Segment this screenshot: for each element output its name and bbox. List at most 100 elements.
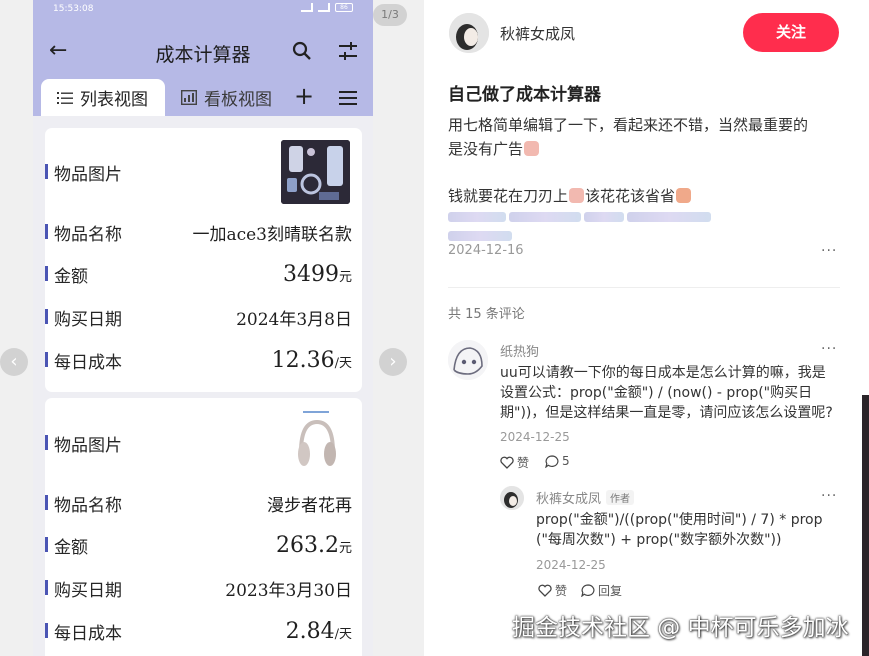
- field-bar: [45, 224, 48, 239]
- field-bar: [45, 537, 48, 552]
- reply-author-avatar[interactable]: [500, 486, 524, 510]
- signal-icon: [318, 3, 330, 12]
- status-icons: 86: [301, 3, 353, 12]
- reply-text-line: ("每周次数") + prop("数字额外次数")): [536, 532, 782, 548]
- reply-count: 5: [562, 454, 570, 468]
- author-tag-badge: 作者: [606, 490, 635, 505]
- field-value: 一加ace3刻晴联名款: [192, 225, 352, 245]
- commenter-name[interactable]: 纸热狗: [500, 341, 539, 360]
- emoji-icon: [676, 188, 692, 203]
- field-bar: [45, 309, 48, 324]
- field-bar: [45, 266, 48, 281]
- field-name: 物品名称 一加ace3刻晴联名款: [45, 216, 362, 246]
- field-date: 购买日期 2024年3月8日: [45, 301, 362, 331]
- field-value: 12.36/天: [272, 348, 352, 373]
- follow-button[interactable]: 关注: [743, 13, 839, 52]
- daily-unit: /天: [334, 627, 352, 642]
- field-value: 3499元: [283, 262, 352, 287]
- field-amount: 金额 263.2元: [45, 529, 362, 559]
- field-bar: [45, 495, 48, 510]
- commenter-avatar[interactable]: [448, 340, 488, 380]
- like-button[interactable]: 赞: [500, 454, 529, 471]
- tab-list-label: 列表视图: [80, 90, 148, 110]
- field-label: 购买日期: [54, 310, 122, 330]
- status-time: 15:53:08: [53, 4, 94, 14]
- blurred-hashtags: [448, 207, 778, 241]
- post-text-line: 是没有广告: [448, 138, 540, 159]
- post-text: 钱就要花在刀刃上: [448, 187, 569, 205]
- field-bar: [45, 580, 48, 595]
- comment-bubble-icon: [545, 454, 559, 468]
- watermark: 掘金技术社区 @ 中杯可乐多加冰: [512, 615, 849, 641]
- reply-text-line: prop("金额")/((prop("使用时间") / 7) * prop: [536, 512, 823, 528]
- reply-button[interactable]: 5: [545, 454, 570, 468]
- field-label: 购买日期: [54, 581, 122, 601]
- screen: 15:53:08 86 ← 成本计算器 列表视图 看板视图 + 物品图片 物品名…: [0, 0, 869, 656]
- product-image-phone: [281, 140, 350, 204]
- reply-like-button[interactable]: 赞: [538, 582, 567, 599]
- search-icon: [292, 41, 311, 60]
- field-value: 2023年3月30日: [225, 581, 352, 601]
- phone-screenshot: 15:53:08 86 ← 成本计算器 列表视图 看板视图 + 物品图片 物品名…: [33, 0, 373, 656]
- field-amount: 金额 3499元: [45, 258, 362, 288]
- field-daily-cost: 每日成本 12.36/天: [45, 344, 362, 374]
- menu-icon: [339, 91, 357, 105]
- field-label: 物品图片: [54, 436, 122, 456]
- tab-kanban-view: 看板视图: [181, 79, 272, 116]
- comment-count: 共 15 条评论: [448, 307, 525, 322]
- reply-name-text: 秋裤女成凤: [536, 492, 602, 507]
- next-image-button[interactable]: ›: [379, 348, 407, 376]
- post-more-icon[interactable]: ···: [821, 243, 837, 259]
- filter-icon: [339, 42, 357, 60]
- prev-image-button[interactable]: ‹: [0, 348, 28, 376]
- post-text-line: 钱就要花在刀刃上 该花花该省省: [448, 185, 692, 206]
- app-header: ← 成本计算器 列表视图 看板视图 +: [33, 18, 373, 116]
- tab-list-view: 列表视图: [41, 79, 165, 116]
- amount-number: 263.2: [276, 533, 339, 558]
- field-bar: [45, 435, 48, 450]
- comment-more-icon[interactable]: ···: [821, 341, 837, 357]
- reply-date: 2024-12-25: [536, 558, 606, 572]
- page-edge-dark: [862, 395, 869, 656]
- heart-icon: [500, 456, 514, 469]
- daily-number: 2.84: [285, 619, 335, 644]
- post-text: 是没有广告: [448, 140, 524, 158]
- daily-number: 12.36: [271, 348, 335, 373]
- field-label: 物品名称: [54, 225, 122, 245]
- author-avatar[interactable]: [449, 13, 489, 53]
- kanban-icon: [181, 90, 197, 105]
- image-counter: 1/3: [373, 4, 407, 26]
- reply-more-icon[interactable]: ···: [821, 488, 837, 504]
- amount-number: 3499: [282, 262, 339, 287]
- amount-unit: 元: [338, 270, 352, 285]
- field-bar: [45, 352, 48, 367]
- comment-text-line: 设置公式：prop("金额") / (now() - prop("购买日: [500, 385, 813, 401]
- author-name[interactable]: 秋裤女成凤: [500, 23, 575, 44]
- field-label: 金额: [54, 267, 88, 287]
- field-bar: [45, 164, 48, 179]
- divider: [448, 287, 840, 288]
- comment-date: 2024-12-25: [500, 430, 570, 444]
- like-label: 赞: [517, 456, 530, 470]
- emoji-icon: [524, 141, 540, 156]
- post-text-line: 用七格简单编辑了一下，看起来还不错，当然最重要的: [448, 116, 809, 134]
- list-icon: [57, 91, 73, 104]
- reply-reply-button[interactable]: 回复: [581, 582, 622, 599]
- field-value: 2.84/天: [286, 619, 352, 644]
- app-title: 成本计算器: [155, 44, 251, 66]
- image-viewer[interactable]: 15:53:08 86 ← 成本计算器 列表视图 看板视图 + 物品图片 物品名…: [0, 0, 424, 656]
- reply-author-name[interactable]: 秋裤女成凤 作者: [536, 488, 635, 507]
- battery-icon: 86: [335, 3, 353, 12]
- like-label: 赞: [555, 584, 568, 598]
- comment-text-line: uu可以请教一下你的每日成本是怎么计算的嘛，我是: [500, 365, 826, 381]
- post-panel: 秋裤女成凤 关注 自己做了成本计算器 用七格简单编辑了一下，看起来还不错，当然最…: [424, 0, 864, 656]
- tab-kanban-label: 看板视图: [204, 90, 272, 110]
- field-label: 物品图片: [54, 165, 122, 185]
- reply-label: 回复: [598, 584, 623, 598]
- emoji-icon: [569, 188, 585, 203]
- record-card: 物品图片 物品名称 漫步者花再 金额 263.2元 购买日期 2023年3月30…: [45, 398, 362, 656]
- daily-unit: /天: [334, 356, 352, 371]
- field-label: 每日成本: [54, 353, 122, 373]
- field-value: 漫步者花再: [267, 496, 352, 516]
- field-label: 物品名称: [54, 496, 122, 516]
